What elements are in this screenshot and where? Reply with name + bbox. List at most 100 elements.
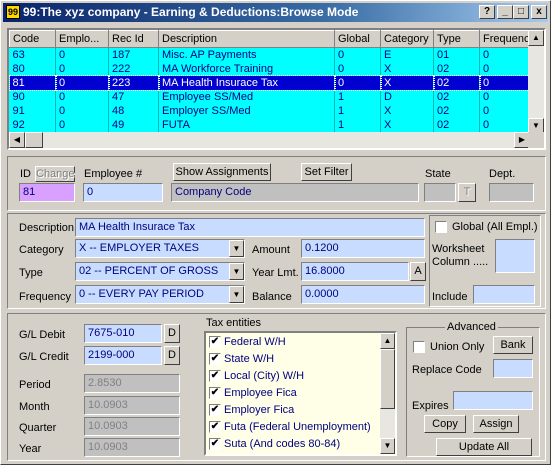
scroll-left-icon[interactable]: ◀ [9, 132, 25, 148]
tax-entity-item[interactable]: ✔ Employee Fica [209, 387, 297, 403]
table-row[interactable]: 90 0 47 Employee SS/Med 1 D 02 0 [9, 90, 533, 104]
scroll-down-icon[interactable]: ▼ [380, 438, 395, 454]
cell-type: 02 [433, 62, 480, 76]
expires-field[interactable] [453, 391, 533, 410]
tax-entity-checkbox[interactable]: ✔ [209, 387, 221, 400]
change-button[interactable]: Change [35, 166, 75, 182]
state-field[interactable] [424, 183, 456, 202]
tax-entity-item[interactable]: ✔ State W/H [209, 353, 274, 369]
tax-entity-checkbox[interactable]: ✔ [209, 370, 221, 383]
union-only-checkbox[interactable] [413, 341, 425, 353]
tax-entity-checkbox[interactable]: ✔ [209, 353, 221, 366]
tax-entities-list[interactable]: ▲ ▼ ✔ Federal W/H ✔ State W/H ✔ Local (City) … [204, 331, 397, 456]
set-filter-button[interactable]: Set Filter [301, 163, 352, 181]
description-field[interactable]: MA Health Insurace Tax [75, 218, 425, 237]
maximize-button[interactable]: □ [513, 5, 529, 19]
a-button[interactable]: A [410, 262, 426, 281]
gl-credit-label: G/L Credit [19, 351, 69, 363]
vertical-scrollbar[interactable]: ▲ ▼ [528, 30, 544, 134]
tax-entity-label: Suta (And codes 80-84) [224, 438, 341, 450]
gl-debit-d-button[interactable]: D [164, 324, 180, 343]
gl-credit-d-button[interactable]: D [164, 346, 180, 365]
grid-header-row: Code Emplo... Rec Id Description Global … [9, 30, 533, 48]
column-header-frequency[interactable]: Frequenc [479, 30, 533, 48]
column-header-code[interactable]: Code [9, 30, 56, 48]
records-grid[interactable]: Code Emplo... Rec Id Description Global … [7, 28, 546, 150]
assign-button[interactable]: Assign [473, 415, 519, 433]
dept-field[interactable] [489, 183, 534, 202]
scroll-thumb[interactable] [380, 349, 395, 409]
column-header-global[interactable]: Global [334, 30, 381, 48]
close-button[interactable]: x [531, 5, 547, 19]
replace-code-label: Replace Code [412, 364, 482, 376]
column-header-type[interactable]: Type [433, 30, 480, 48]
table-row[interactable]: 80 0 222 MA Workforce Training 0 X 02 0 [9, 62, 533, 76]
cell-frequency: 0 [479, 90, 533, 104]
update-all-button[interactable]: Update All [436, 438, 532, 456]
cell-category: E [380, 47, 434, 62]
year-field: 10.0903 [84, 438, 180, 457]
chevron-down-icon[interactable]: ▼ [229, 240, 244, 257]
tax-entity-checkbox[interactable]: ✔ [209, 336, 221, 349]
cell-description: MA Workforce Training [158, 62, 335, 76]
chevron-down-icon[interactable]: ▼ [229, 286, 244, 303]
minimize-button[interactable]: _ [497, 5, 513, 19]
tax-list-scrollbar[interactable]: ▲ ▼ [380, 333, 395, 454]
bank-button[interactable]: Bank [493, 336, 533, 354]
category-select[interactable]: X -- EMPLOYER TAXES ▼ [75, 239, 245, 258]
title-bar[interactable]: 99 99:The xyz company - Earning & Deduct… [3, 3, 548, 22]
show-assignments-button[interactable]: Show Assignments [173, 163, 271, 181]
scroll-up-icon[interactable]: ▲ [380, 333, 395, 349]
id-field[interactable]: 81 [19, 183, 75, 202]
column-header-description[interactable]: Description [158, 30, 335, 48]
cell-type: 01 [433, 47, 480, 62]
scroll-up-icon[interactable]: ▲ [528, 30, 544, 46]
column-header-rec-id[interactable]: Rec Id [108, 30, 159, 48]
chevron-down-icon[interactable]: ▼ [229, 263, 244, 280]
employee-number-field[interactable]: 0 [83, 183, 163, 202]
tax-entity-checkbox[interactable]: ✔ [209, 421, 221, 434]
table-row[interactable]: 91 0 48 Employer SS/Med 1 X 02 0 [9, 104, 533, 118]
cell-type: 02 [433, 118, 480, 132]
worksheet-column-field[interactable] [495, 239, 535, 273]
main-window: 99 99:The xyz company - Earning & Deduct… [0, 0, 551, 465]
table-row[interactable]: 63 0 187 Misc. AP Payments 0 E 01 0 [9, 47, 533, 62]
cell-description: Employer SS/Med [158, 104, 335, 118]
tax-entity-item[interactable]: ✔ Futa (Federal Unemployment) [209, 421, 371, 437]
copy-button[interactable]: Copy [424, 415, 466, 433]
tax-entity-item[interactable]: ✔ Suta (And codes 80-84) [209, 438, 340, 454]
table-row[interactable]: 92 0 49 FUTA 1 X 02 0 [9, 118, 533, 132]
balance-field[interactable]: 0.0000 [301, 285, 425, 304]
include-field[interactable] [473, 285, 535, 304]
tax-entity-checkbox[interactable]: ✔ [209, 438, 221, 451]
tax-entity-item[interactable]: ✔ Employer Fica [209, 404, 294, 420]
year-label: Year [19, 443, 42, 455]
horizontal-scrollbar[interactable]: ◀ ▶ [9, 132, 530, 148]
gl-credit-field[interactable]: 2199-000 [84, 346, 162, 365]
amount-field[interactable]: 0.1200 [301, 239, 425, 258]
table-row[interactable]: 81 0 223 MA Health Insurace Tax 0 X 02 0 [9, 75, 534, 91]
gl-debit-field[interactable]: 7675-010 [84, 324, 162, 343]
tax-entity-item[interactable]: ✔ Local (City) W/H [209, 370, 304, 386]
cell-category: X [380, 118, 434, 132]
column-header-employee[interactable]: Emplo... [55, 30, 109, 48]
tax-entity-item[interactable]: ✔ Federal W/H [209, 336, 286, 352]
help-button[interactable]: ? [479, 5, 495, 19]
t-button[interactable]: T [458, 183, 476, 202]
year-limit-field[interactable]: 16.8000 [301, 262, 409, 281]
tax-entities-label: Tax entities [206, 317, 262, 329]
cell-employee: 0 [54, 75, 110, 91]
tax-entity-label: Federal W/H [224, 336, 286, 348]
scroll-thumb[interactable] [25, 132, 43, 148]
column-header-category[interactable]: Category [380, 30, 434, 48]
cell-global: 1 [334, 104, 381, 118]
frequency-select[interactable]: 0 -- EVERY PAY PERIOD ▼ [75, 285, 245, 304]
type-label: Type [19, 267, 43, 279]
global-checkbox[interactable] [435, 221, 447, 233]
balance-label: Balance [252, 291, 292, 303]
employee-number-label: Employee # [84, 168, 143, 180]
type-select[interactable]: 02 -- PERCENT OF GROSS ▼ [75, 262, 245, 281]
tax-entity-checkbox[interactable]: ✔ [209, 404, 221, 417]
frequency-label: Frequency [19, 291, 71, 303]
replace-code-field[interactable] [493, 359, 533, 378]
